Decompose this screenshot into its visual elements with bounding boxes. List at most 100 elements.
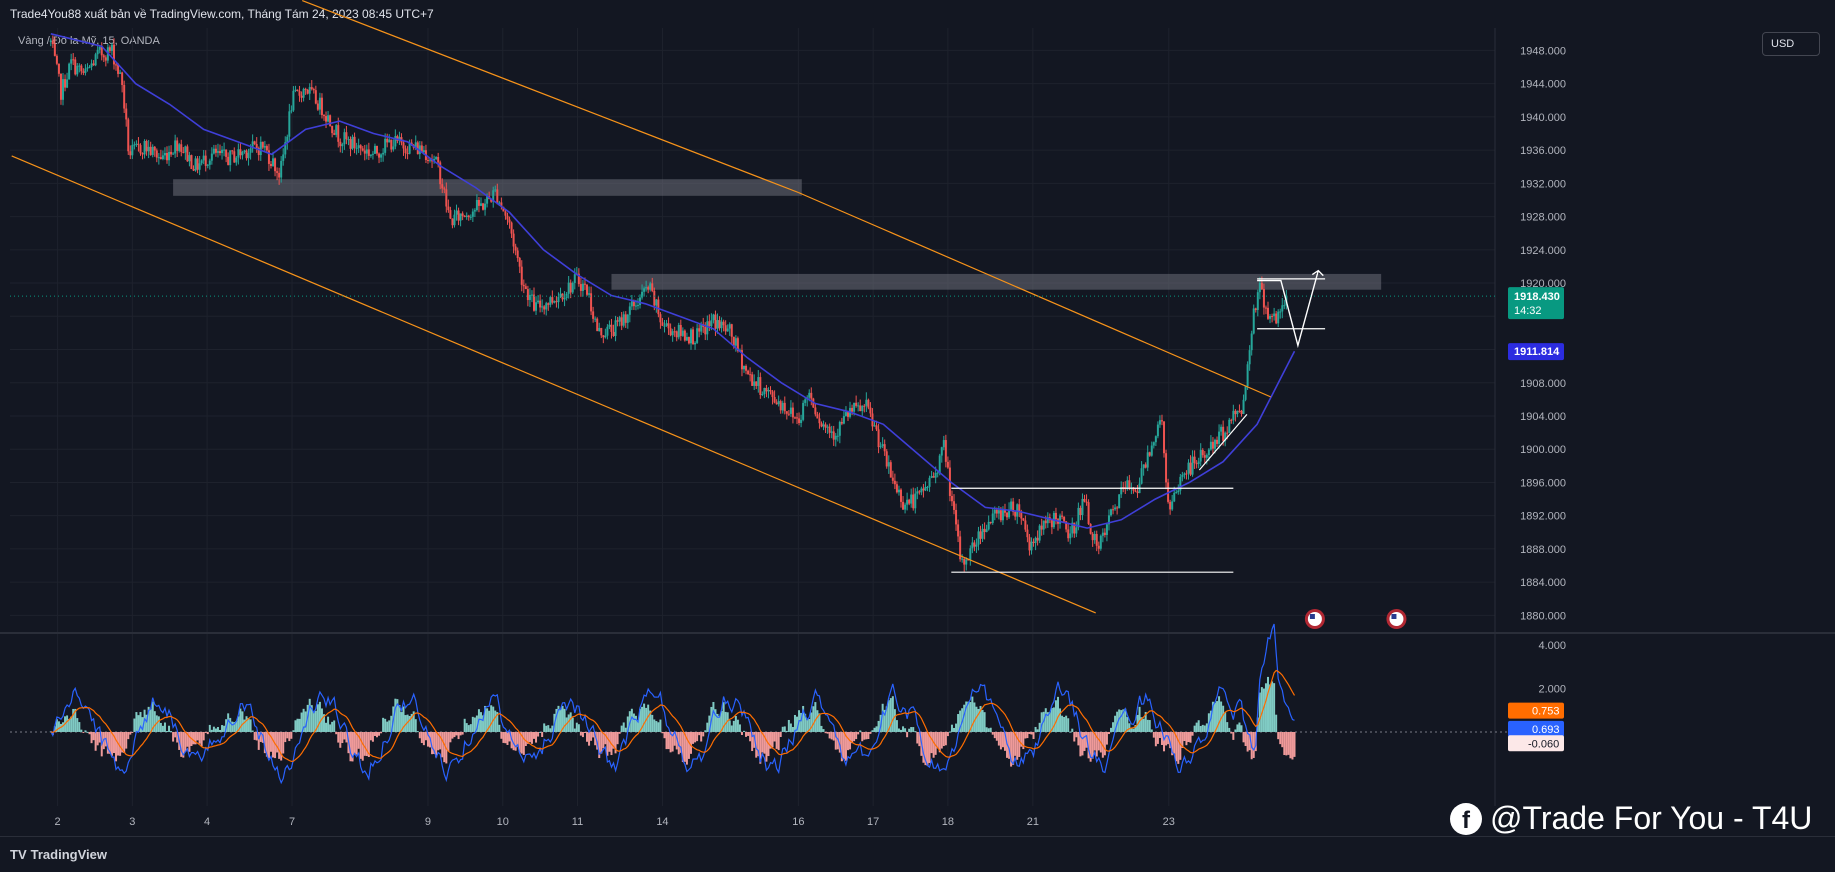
- candle-body: [310, 87, 313, 90]
- candle-body: [55, 55, 58, 64]
- candle-body: [802, 402, 805, 420]
- candle-body: [237, 149, 240, 158]
- macd-histogram-bar: [110, 731, 113, 756]
- candle-body: [163, 152, 166, 156]
- macd-histogram-bar: [1138, 706, 1141, 732]
- macd-histogram-bar: [170, 730, 173, 732]
- macd-histogram-bar: [1069, 731, 1072, 733]
- candle-body: [51, 40, 54, 44]
- candle-body: [893, 480, 896, 485]
- macd-histogram-bar: [916, 731, 919, 744]
- macd-histogram-bar: [153, 711, 156, 732]
- candle-body: [359, 145, 362, 149]
- macd-histogram-bar: [371, 731, 374, 742]
- macd-histogram-bar: [910, 727, 913, 732]
- macd-histogram-bar: [1228, 727, 1231, 732]
- macd-histogram-bar: [592, 731, 595, 738]
- candle-body: [1281, 305, 1284, 312]
- candle-body: [706, 321, 709, 335]
- macd-histogram-bar: [732, 720, 735, 732]
- candle-body: [598, 327, 601, 332]
- candle-body: [730, 324, 733, 337]
- candle-body: [961, 558, 964, 560]
- macd-histogram-bar: [530, 731, 533, 744]
- candle-body: [522, 284, 525, 287]
- candle-body: [643, 288, 646, 292]
- candle-body: [694, 342, 697, 345]
- candle-body: [834, 435, 837, 440]
- macd-histogram-bar: [1105, 731, 1108, 745]
- macd-histogram-bar: [418, 731, 421, 739]
- candle-body: [769, 390, 772, 392]
- macd-histogram-bar: [384, 718, 387, 732]
- candle-body: [732, 336, 735, 346]
- candle-body: [840, 421, 843, 424]
- candle-body: [535, 302, 538, 311]
- macd-histogram-bar: [730, 725, 733, 732]
- candle-body: [581, 283, 584, 291]
- candle-body: [1040, 525, 1043, 530]
- candle-body: [755, 381, 758, 386]
- macd-histogram-bar: [569, 712, 572, 732]
- candle-body: [125, 108, 128, 120]
- candle-body: [180, 144, 183, 152]
- macd-histogram-bar: [777, 731, 780, 751]
- macd-tick-label: 2.000: [1538, 683, 1566, 695]
- candle-body: [361, 148, 364, 151]
- candle-body: [655, 299, 658, 306]
- macd-histogram-bar: [449, 731, 452, 743]
- candle-body: [681, 330, 684, 336]
- candle-body: [771, 391, 774, 397]
- candle-body: [477, 199, 480, 206]
- macd-histogram-bar: [1252, 731, 1255, 758]
- price-chart[interactable]: 1948.000 1944.000 1940.000 1936.000 1932.000…: [0, 0, 1835, 836]
- candle-body: [818, 418, 821, 424]
- candle-body: [687, 337, 690, 344]
- candle-body: [1273, 313, 1276, 317]
- candle-body: [1067, 529, 1070, 539]
- candle-body: [437, 157, 440, 163]
- candle-body: [573, 274, 576, 283]
- candle-body: [904, 504, 907, 510]
- candle-body: [465, 215, 468, 217]
- macd-histogram-bar: [380, 731, 383, 734]
- macd-histogram-bar: [787, 719, 790, 732]
- candle-body: [846, 412, 849, 417]
- macd-histogram-bar: [329, 724, 332, 732]
- candle-body: [331, 125, 334, 134]
- macd-histogram-bar: [1293, 731, 1296, 757]
- macd-histogram-bar: [906, 731, 909, 738]
- macd-histogram-bar: [1158, 731, 1161, 738]
- macd-histogram-bar: [461, 731, 464, 735]
- candle-body: [365, 149, 368, 154]
- candle-body: [249, 148, 252, 153]
- candle-body: [675, 331, 678, 338]
- currency-button[interactable]: USD: [1762, 32, 1820, 56]
- time-tick-label: 10: [497, 816, 509, 828]
- time-tick-label: 17: [867, 816, 879, 828]
- candle-body: [516, 250, 519, 259]
- candle-body: [539, 300, 542, 308]
- macd-histogram-bar: [318, 701, 321, 732]
- macd-histogram-bar: [1128, 723, 1131, 732]
- signal-value-label: 0.753: [1532, 706, 1560, 718]
- candle-body: [345, 132, 348, 140]
- candle-body: [583, 283, 586, 285]
- macd-histogram-bar: [1226, 722, 1229, 732]
- macd-histogram-bar: [663, 731, 666, 739]
- candle-body: [608, 324, 611, 327]
- macd-histogram-bar: [219, 729, 222, 732]
- macd-histogram-bar: [453, 731, 456, 738]
- macd-histogram-bar: [793, 714, 796, 732]
- macd-histogram-bar: [1036, 729, 1039, 732]
- candle-body: [214, 148, 217, 153]
- macd-histogram-bar: [506, 731, 509, 745]
- candle-body: [314, 90, 317, 104]
- tradingview-logo[interactable]: TV TradingView: [10, 847, 107, 862]
- macd-histogram-bar: [749, 731, 752, 742]
- candle-body: [991, 513, 994, 524]
- candle-body: [557, 296, 560, 303]
- candle-body: [1061, 515, 1064, 517]
- candle-body: [353, 136, 356, 148]
- macd-histogram-bar: [812, 706, 815, 732]
